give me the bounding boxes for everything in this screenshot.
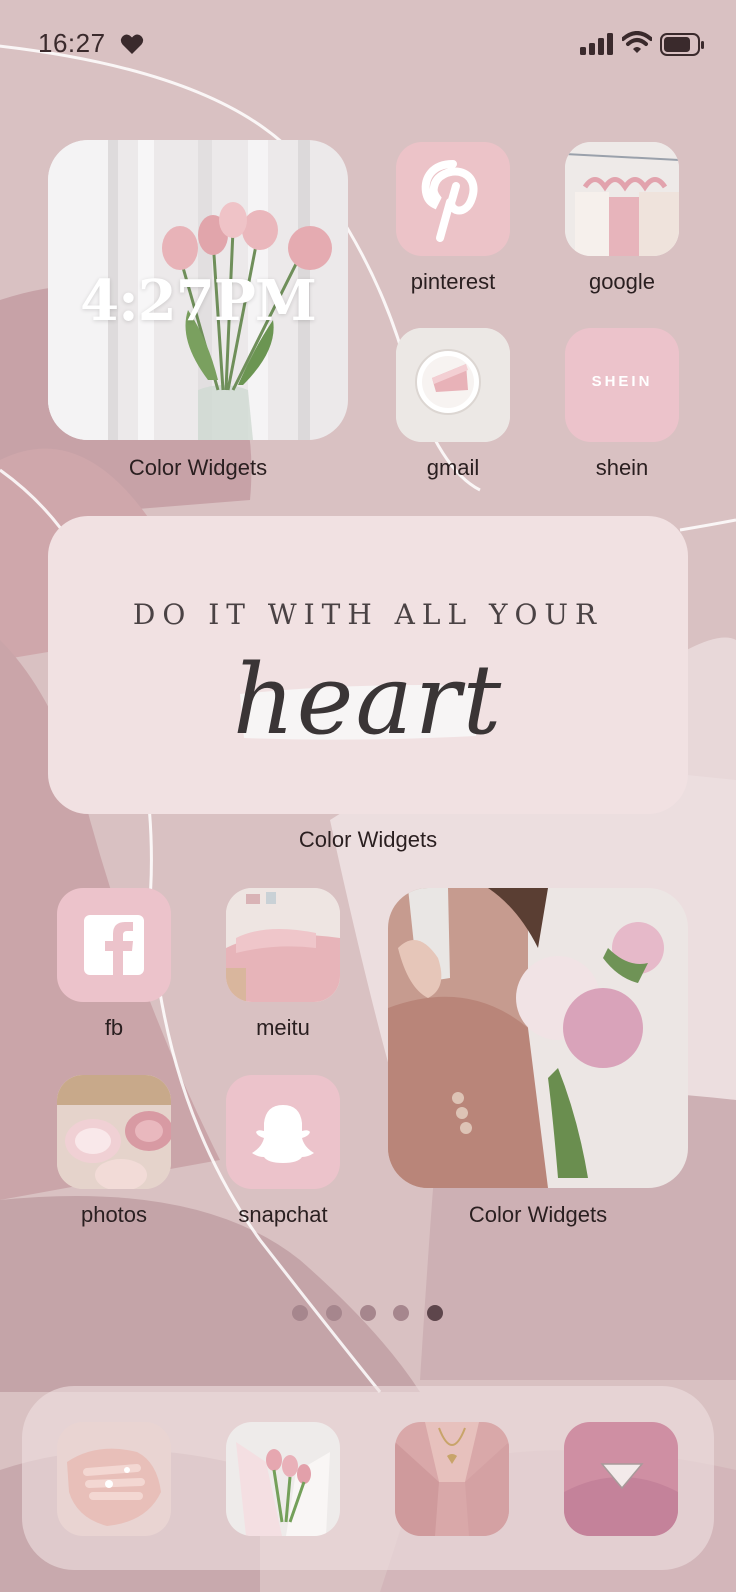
status-bar: 16:27 (0, 0, 736, 90)
status-time: 16:27 (38, 28, 106, 58)
app-icon-google[interactable] (565, 142, 679, 256)
app-icon-shein[interactable]: SHEIN (565, 328, 679, 442)
app-icon-gmail[interactable] (396, 328, 510, 442)
clock-widget-label: Color Widgets (128, 455, 268, 480)
page-dot[interactable] (393, 1305, 409, 1321)
pink-hat-photo (564, 1422, 678, 1536)
dock-app-necklace[interactable] (395, 1422, 509, 1536)
quote-line-2: heart (232, 644, 504, 756)
quote-line-1: DO IT WITH ALL YOUR (132, 598, 604, 631)
cellular-signal-icon (580, 33, 613, 55)
dock-app-hat[interactable] (564, 1422, 678, 1536)
app-icon-snapchat[interactable] (226, 1075, 340, 1189)
page-dot[interactable] (326, 1305, 342, 1321)
page-dot[interactable] (360, 1305, 376, 1321)
app-label-snapchat: snapchat (238, 1202, 328, 1227)
tulip-bouquet-photo (226, 1422, 340, 1536)
app-icon-photos[interactable] (57, 1075, 171, 1189)
app-label-pinterest: pinterest (410, 269, 496, 294)
pinterest-icon (421, 160, 478, 242)
app-label-google: google (588, 269, 656, 294)
photo-widget-label: Color Widgets (468, 1202, 608, 1227)
battery-icon (660, 33, 704, 56)
page-dot[interactable] (292, 1305, 308, 1321)
app-label-fb: fb (104, 1015, 124, 1040)
pink-blazer-photo (395, 1422, 509, 1536)
shein-logo: SHEIN (591, 373, 653, 390)
dock-app-tulips[interactable] (226, 1422, 340, 1536)
table-setting-photo (57, 1075, 171, 1189)
app-label-shein: shein (595, 455, 649, 480)
photo-widget[interactable] (388, 888, 688, 1188)
app-icon-pinterest[interactable] (396, 142, 510, 256)
hangers-photo (565, 142, 679, 256)
bedroom-photo (226, 888, 340, 1002)
quote-widget[interactable]: DO IT WITH ALL YOUR heart (48, 516, 688, 814)
snapchat-ghost-icon (252, 1105, 314, 1163)
wifi-icon (622, 31, 652, 53)
app-label-gmail: gmail (426, 455, 480, 480)
app-icon-meitu[interactable] (226, 888, 340, 1002)
cake-photo (396, 328, 510, 442)
app-icon-fb[interactable] (57, 888, 171, 1002)
dock-app-rings[interactable] (57, 1422, 171, 1536)
rings-photo (57, 1422, 171, 1536)
widget-clock-time: 4:27PM (80, 268, 317, 334)
clock-widget[interactable]: 4:27PM (48, 140, 348, 440)
page-dot-active[interactable] (427, 1305, 443, 1321)
app-label-meitu: meitu (256, 1015, 310, 1040)
app-label-photos: photos (80, 1202, 148, 1227)
dock (22, 1386, 714, 1570)
facebook-icon (84, 915, 144, 975)
quote-widget-label: Color Widgets (298, 827, 438, 852)
heart-icon (120, 34, 144, 54)
peony-photo (388, 888, 688, 1188)
